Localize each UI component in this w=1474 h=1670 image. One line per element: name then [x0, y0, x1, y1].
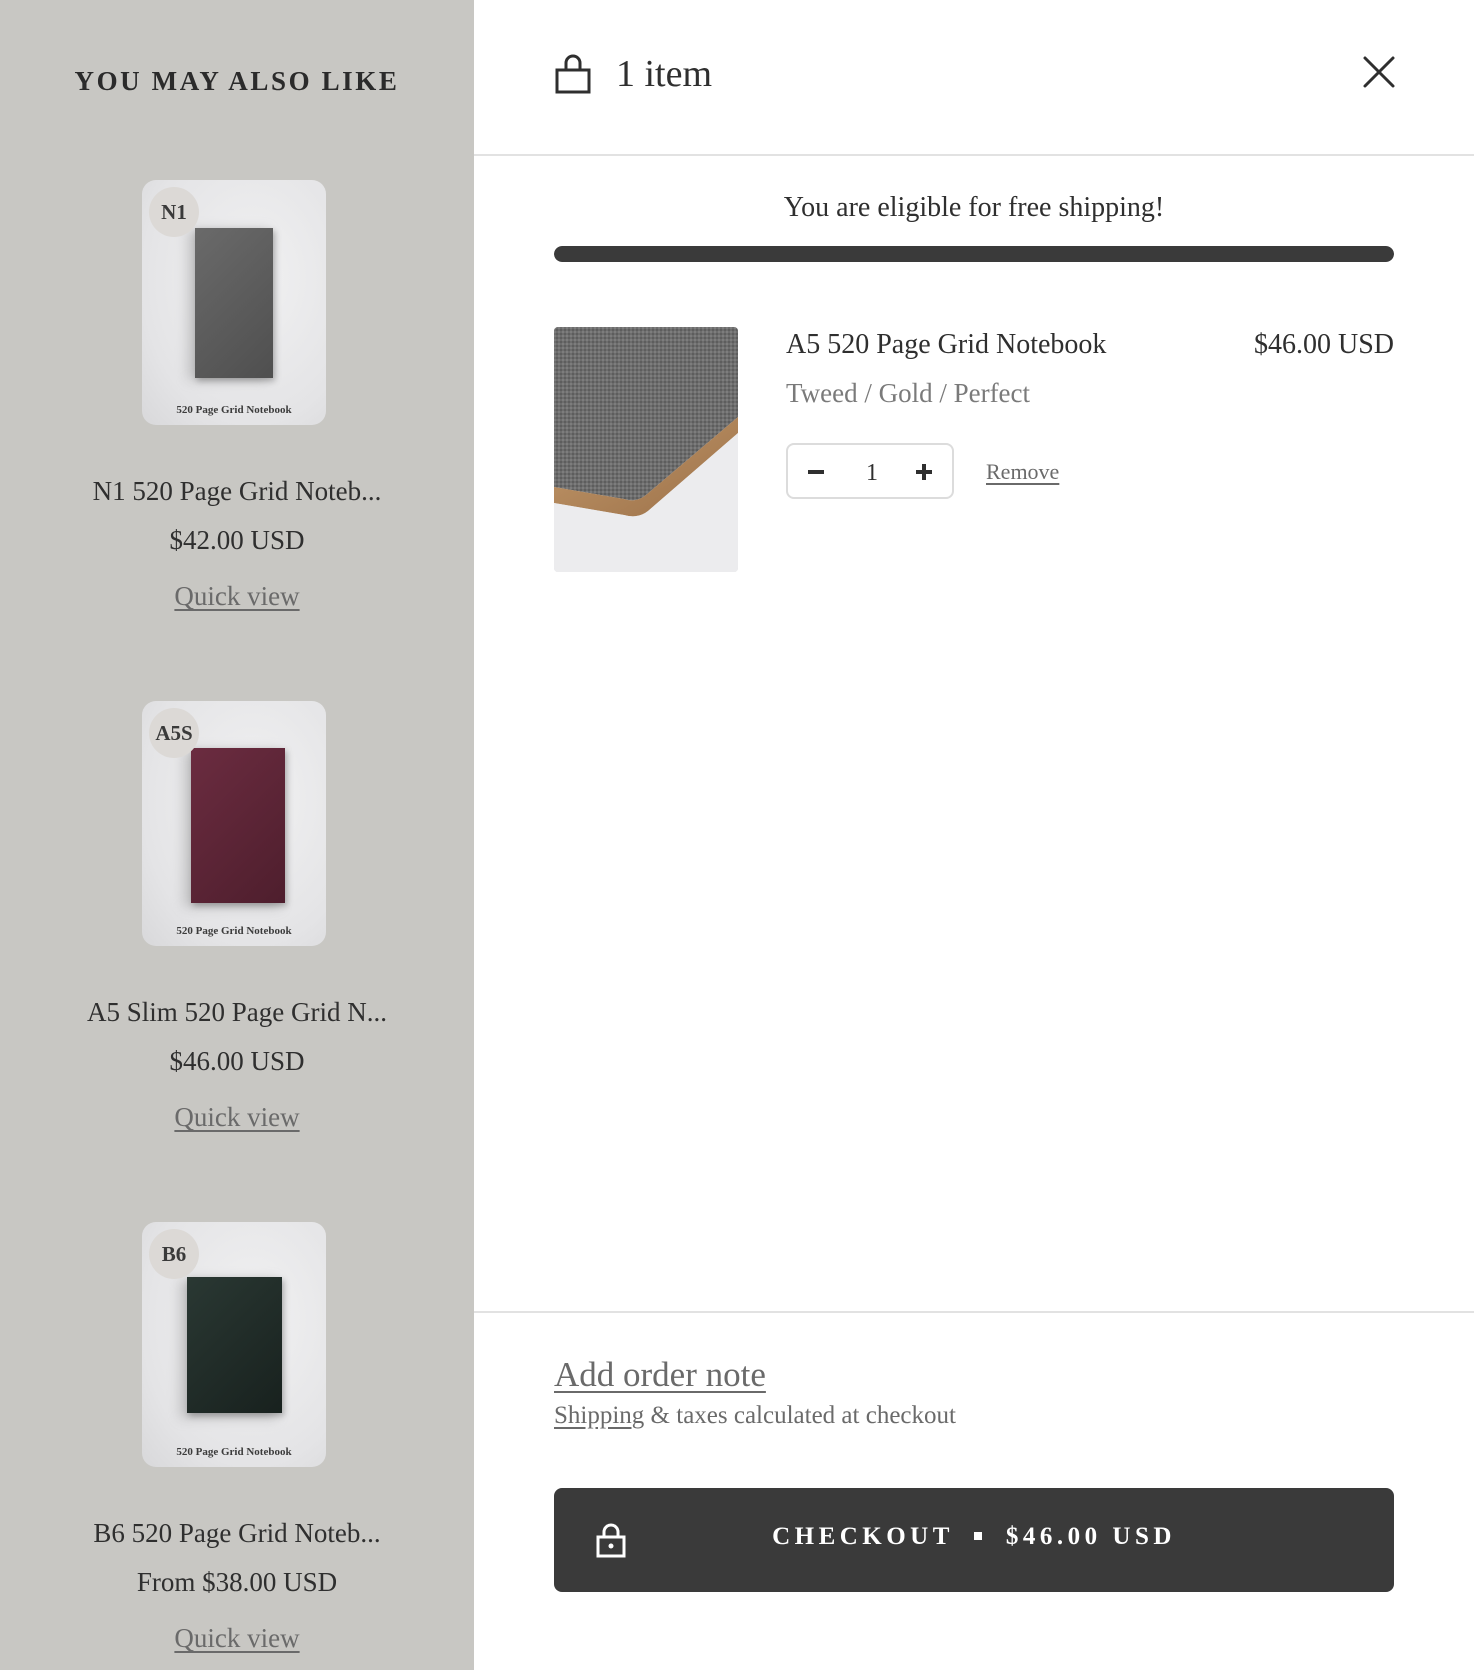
- size-badge: N1: [149, 187, 199, 237]
- thumbnail-caption: 520 Page Grid Notebook: [176, 404, 292, 416]
- progress-fill: [554, 246, 1394, 262]
- cart-line-item: A5 520 Page Grid Notebook $46.00 USD Twe…: [554, 327, 1394, 572]
- minus-icon[interactable]: [796, 453, 836, 491]
- checkout-label: CHECKOUT $46.00 USD: [554, 1523, 1394, 1551]
- notebook-cover: [195, 228, 273, 378]
- notebook-cover: [191, 748, 285, 903]
- tax-note: Shipping & taxes calculated at checkout: [554, 1402, 956, 1430]
- checkout-button[interactable]: CHECKOUT $46.00 USD: [554, 1488, 1394, 1592]
- add-order-note-link[interactable]: Add order note: [554, 1355, 766, 1395]
- product-price: $42.00 USD: [169, 525, 305, 555]
- size-badge: A5S: [149, 708, 199, 758]
- product-title[interactable]: A5 Slim 520 Page Grid N...: [0, 997, 474, 1028]
- separator-dot: [973, 1532, 982, 1541]
- shipping-link[interactable]: Shipping: [554, 1402, 644, 1429]
- cart-header: 1 item: [474, 0, 1474, 156]
- cart-item-count: 1 item: [616, 53, 713, 95]
- footer-divider: [474, 1311, 1474, 1313]
- quick-view-link[interactable]: Quick view: [0, 581, 474, 612]
- tax-note-text: & taxes calculated at checkout: [644, 1402, 956, 1429]
- product-thumbnail[interactable]: A5S 520 Page Grid Notebook: [142, 701, 326, 946]
- product-title[interactable]: B6 520 Page Grid Noteb...: [0, 1518, 474, 1549]
- free-shipping-message: You are eligible for free shipping!: [783, 192, 1165, 223]
- line-item-title[interactable]: A5 520 Page Grid Notebook: [786, 329, 1106, 361]
- product-title[interactable]: N1 520 Page Grid Noteb...: [0, 476, 474, 507]
- cart-drawer: 1 item You are eligible for free shippin…: [474, 0, 1474, 1670]
- shopping-bag-icon: [555, 54, 591, 94]
- notebook-cover: [187, 1277, 282, 1413]
- checkout-total: $46.00 USD: [1005, 1523, 1176, 1550]
- product-thumbnail[interactable]: N1 520 Page Grid Notebook: [142, 180, 326, 425]
- quick-view-link[interactable]: Quick view: [0, 1623, 474, 1654]
- thumbnail-caption: 520 Page Grid Notebook: [176, 1446, 292, 1458]
- recommendations-panel: YOU MAY ALSO LIKE N1 520 Page Grid Noteb…: [0, 0, 474, 1670]
- quantity-stepper: [786, 443, 954, 499]
- size-badge: B6: [149, 1229, 199, 1279]
- line-item-variant: Tweed / Gold / Perfect: [786, 378, 1031, 408]
- line-item-price: $46.00 USD: [1253, 329, 1394, 360]
- quantity-input[interactable]: [844, 457, 900, 489]
- checkout-text: CHECKOUT: [772, 1523, 954, 1550]
- plus-icon[interactable]: [904, 453, 944, 491]
- free-shipping-progress-bar: [554, 246, 1394, 262]
- close-icon[interactable]: [1362, 55, 1396, 89]
- product-price: $46.00 USD: [169, 1046, 305, 1076]
- product-thumbnail[interactable]: B6 520 Page Grid Notebook: [142, 1222, 326, 1467]
- recommendations-heading: YOU MAY ALSO LIKE: [74, 66, 400, 96]
- product-price: From $38.00 USD: [136, 1567, 338, 1597]
- thumbnail-caption: 520 Page Grid Notebook: [176, 925, 292, 937]
- quick-view-link[interactable]: Quick view: [0, 1102, 474, 1133]
- notebook-photo: [554, 327, 738, 572]
- remove-link[interactable]: Remove: [986, 459, 1059, 485]
- line-item-image[interactable]: [554, 327, 738, 572]
